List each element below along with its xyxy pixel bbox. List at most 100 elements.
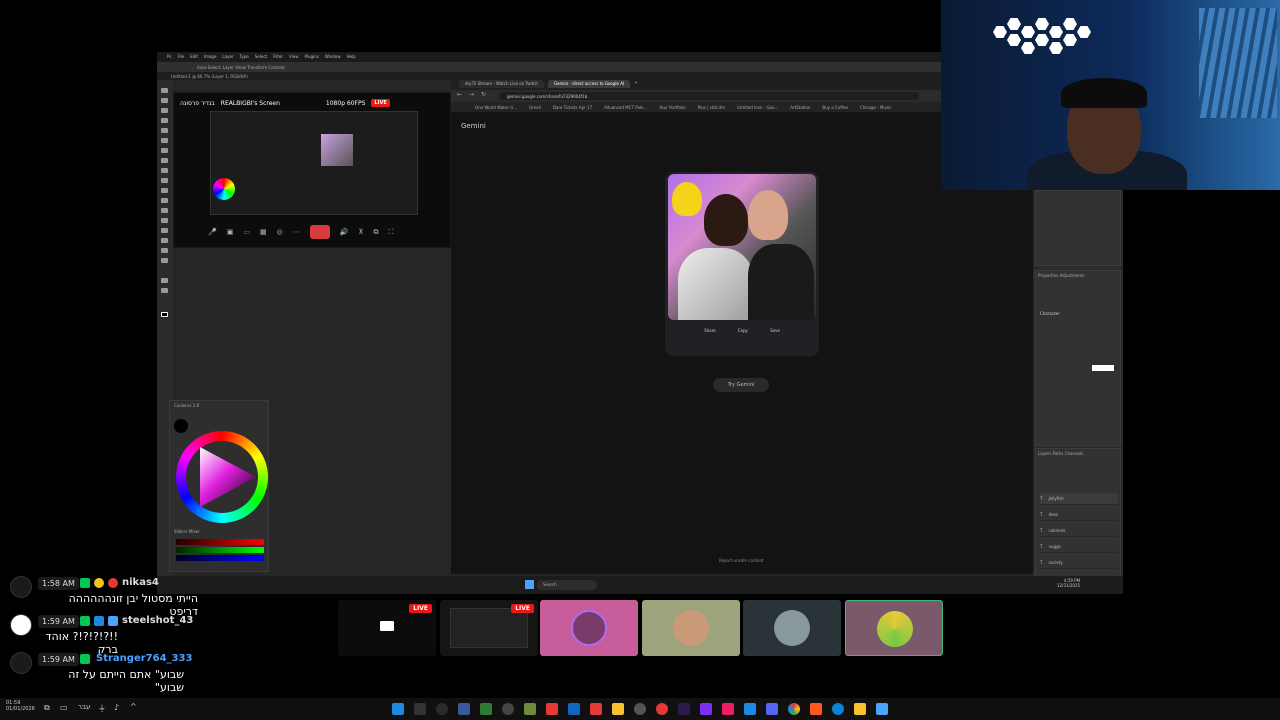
crop-tool-icon[interactable] [161, 128, 168, 133]
brush-tool-icon[interactable] [161, 158, 168, 163]
menu-layer[interactable]: Layer [222, 54, 233, 60]
pin-icon[interactable]: ⊼ [358, 228, 363, 236]
app-icon[interactable] [480, 703, 492, 715]
brave-icon[interactable] [810, 703, 822, 715]
menu-select[interactable]: Select [255, 54, 267, 60]
app-icon[interactable] [414, 703, 426, 715]
layer-row[interactable]: Tdeez [1040, 509, 1118, 521]
windows-start-icon[interactable] [876, 703, 888, 715]
bookmark-item[interactable]: Plus | stat.dm [698, 105, 725, 110]
start-icon[interactable] [525, 580, 534, 589]
app-icon[interactable] [656, 703, 668, 715]
bookmark-item[interactable]: Buy a Coffee [822, 105, 848, 110]
screenshare-icon[interactable]: ▭ [243, 228, 250, 236]
app-icon[interactable] [744, 703, 756, 715]
file-explorer-icon[interactable] [854, 703, 866, 715]
app-icon[interactable] [546, 703, 558, 715]
premiere-icon[interactable] [678, 703, 690, 715]
bookmark-item[interactable]: ArtStation [790, 105, 810, 110]
mic-icon[interactable]: ⏚ [98, 703, 106, 714]
menu-help[interactable]: Help [347, 54, 356, 60]
menu-view[interactable]: View [289, 54, 299, 60]
discord-icon[interactable] [766, 703, 778, 715]
properties-tabs[interactable]: Properties Adjustments [1038, 273, 1085, 278]
gemini-logo-text[interactable]: Gemini [461, 122, 486, 130]
move-tool-icon[interactable] [161, 88, 168, 93]
participant-tile[interactable]: LIVE [338, 600, 436, 656]
bookmark-item[interactable]: Chicago - Music [860, 105, 891, 110]
layer-row[interactable]: Tnuggs [1040, 541, 1118, 553]
bookmark-item[interactable]: Your Portfolio [659, 105, 685, 110]
hand-tool-icon[interactable] [161, 278, 168, 283]
bookmark-item[interactable]: Untitled Icon - Goo... [737, 105, 778, 110]
menu-file[interactable]: File [177, 54, 184, 60]
zoom-tool-icon[interactable] [161, 288, 168, 293]
foreground-color-swatch[interactable] [161, 312, 168, 317]
type-tool-icon[interactable] [161, 238, 168, 243]
blur-tool-icon[interactable] [161, 208, 168, 213]
menu-filter[interactable]: Filter [273, 54, 283, 60]
activities-icon[interactable]: ▦ [260, 228, 267, 236]
app-icon[interactable] [700, 703, 712, 715]
copy-button[interactable]: Copy [738, 328, 748, 333]
menu-type[interactable]: Type [240, 54, 249, 60]
reload-icon[interactable]: ↻ [481, 91, 486, 98]
tab-twitch[interactable]: dry7ii Stream - Watch Live on Twitch [459, 80, 544, 88]
marquee-tool-icon[interactable] [161, 98, 168, 103]
participant-tile[interactable]: LIVE [440, 600, 538, 656]
end-call-button[interactable] [309, 225, 330, 239]
wand-tool-icon[interactable] [161, 118, 168, 123]
layers-tabs[interactable]: Layers Paths Channels [1038, 451, 1083, 456]
layer-row[interactable]: T Jellyfish [1040, 493, 1118, 505]
chat-username[interactable]: steelshot_43 [122, 615, 193, 626]
snipping-tool-icon[interactable] [392, 703, 404, 715]
obs-icon[interactable] [436, 703, 448, 715]
eyedropper-tool-icon[interactable] [161, 138, 168, 143]
app-icon[interactable] [568, 703, 580, 715]
menu-edit[interactable]: Edit [190, 54, 198, 60]
volume-icon[interactable]: ♪ [114, 703, 119, 712]
popout-icon[interactable]: ⧉ [374, 228, 379, 237]
forward-icon[interactable]: → [469, 91, 474, 98]
edge-icon[interactable] [832, 703, 844, 715]
app-icon[interactable] [502, 703, 514, 715]
back-icon[interactable]: ← [457, 91, 462, 98]
gradient-tool-icon[interactable] [161, 198, 168, 203]
red-slider[interactable] [176, 539, 264, 545]
minecraft-icon[interactable] [524, 703, 536, 715]
lasso-tool-icon[interactable] [161, 108, 168, 113]
menu-ps[interactable]: Ps [167, 54, 171, 60]
inner-search-box[interactable]: Search [537, 580, 597, 590]
healing-tool-icon[interactable] [161, 148, 168, 153]
stamp-tool-icon[interactable] [161, 168, 168, 173]
layer-row[interactable]: Tcabinets [1040, 525, 1118, 537]
bookmark-item[interactable]: Dare Tickets Apr 17 [553, 105, 592, 110]
shared-photo[interactable] [668, 174, 816, 320]
address-bar[interactable]: gemini.google.com/share/fa7329004f1b [499, 92, 919, 100]
fullscreen-icon[interactable]: ⛶ [389, 228, 394, 237]
blue-slider[interactable] [176, 555, 264, 561]
language-indicator[interactable]: עבר [78, 703, 90, 711]
taskbar-clock[interactable]: 01:59 01/01/2026 [6, 700, 35, 712]
color-swatch[interactable] [1092, 365, 1114, 371]
pen-tool-icon[interactable] [161, 228, 168, 233]
volume-icon[interactable]: 🔊 [340, 228, 349, 236]
more-icon[interactable]: ⋯ [293, 228, 300, 236]
settings-icon[interactable] [634, 703, 646, 715]
green-slider[interactable] [176, 547, 264, 553]
menu-window[interactable]: Window [325, 54, 341, 60]
participant-tile-speaking[interactable] [845, 600, 943, 656]
color-picker-tabs[interactable]: Sliders Mixer [174, 529, 200, 534]
chat-icon[interactable]: ▭ [60, 703, 68, 712]
bookmark-item[interactable]: Gmail [529, 105, 541, 110]
try-gemini-button[interactable]: Try Gemini [713, 378, 769, 392]
black-swatch[interactable] [174, 419, 188, 433]
app-icon[interactable] [590, 703, 602, 715]
chat-username[interactable]: nikas4 [122, 577, 159, 588]
store-icon[interactable] [612, 703, 624, 715]
soundboard-icon[interactable]: ◎ [277, 228, 283, 236]
tab-gemini[interactable]: Gemini - direct access to Google AI [547, 80, 631, 88]
chat-username[interactable]: Stranger764_333 [96, 653, 192, 664]
participant-tile[interactable] [743, 600, 841, 656]
menu-image[interactable]: Image [204, 54, 217, 60]
